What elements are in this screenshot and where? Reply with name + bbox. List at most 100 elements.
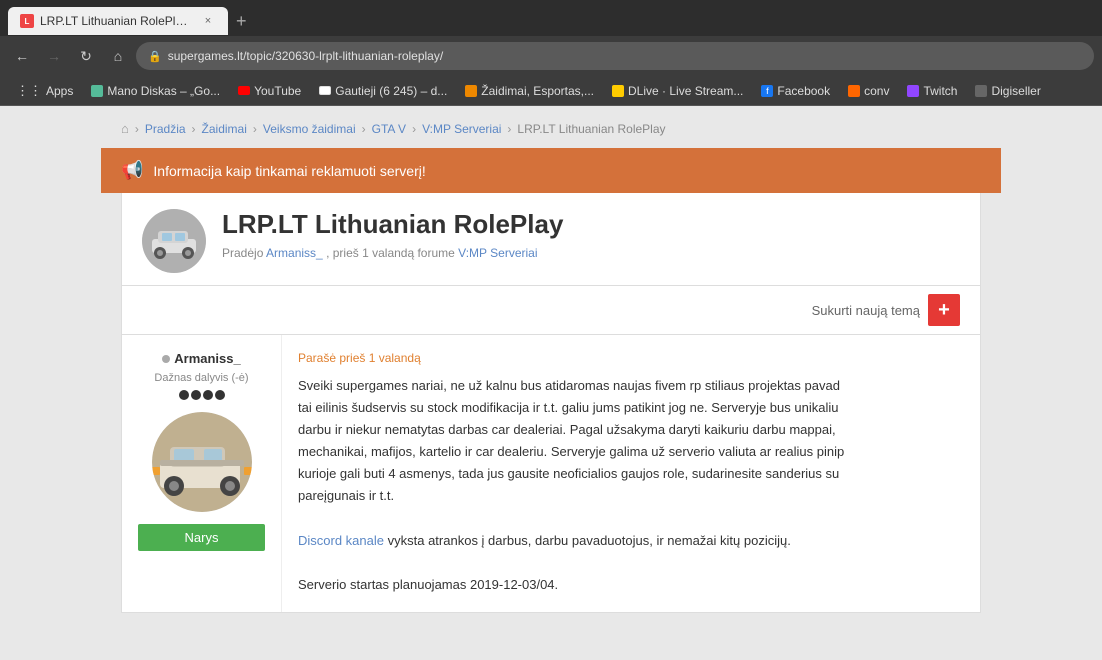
browser-chrome: L LRP.LT Lithuanian RolePlay - V:M × + ←… bbox=[0, 0, 1102, 106]
topic-title: LRP.LT Lithuanian RolePlay bbox=[222, 209, 960, 240]
breadcrumb-link-2[interactable]: Veiksmo žaidimai bbox=[263, 122, 356, 136]
banner-text: Informacija kaip tinkamai reklamuoti ser… bbox=[153, 163, 425, 179]
dlive-icon bbox=[612, 85, 624, 97]
bookmark-conv[interactable]: conv bbox=[840, 82, 897, 100]
breadcrumb-sep-5: › bbox=[507, 122, 511, 136]
breadcrumb: ⌂ › Pradžia › Žaidimai › Veiksmo žaidima… bbox=[121, 121, 981, 136]
post-line-2: tai eilinis šudservis su stock modifikac… bbox=[298, 400, 838, 415]
bookmark-zaidimai[interactable]: Žaidimai, Esportas,... bbox=[457, 82, 602, 100]
bookmark-conv-label: conv bbox=[864, 84, 889, 98]
discord-link[interactable]: Discord kanale bbox=[298, 533, 384, 548]
address-text: supergames.lt/topic/320630-lrplt-lithuan… bbox=[168, 49, 1082, 63]
bookmark-facebook[interactable]: f Facebook bbox=[753, 82, 838, 100]
breadcrumb-link-0[interactable]: Pradžia bbox=[145, 122, 186, 136]
page-content: ⌂ › Pradžia › Žaidimai › Veiksmo žaidima… bbox=[0, 106, 1102, 660]
post-container: Armaniss_ Dažnas dalyvis (-ė) bbox=[121, 335, 981, 613]
breadcrumb-sep-3: › bbox=[362, 122, 366, 136]
twitch-icon bbox=[907, 85, 919, 97]
new-topic-red-button[interactable]: + bbox=[928, 294, 960, 326]
breadcrumb-link-1[interactable]: Žaidimai bbox=[202, 122, 247, 136]
sukurti-row: Sukurti naują temą + bbox=[121, 286, 981, 335]
bookmark-youtube[interactable]: YouTube bbox=[230, 82, 309, 100]
back-button[interactable]: ← bbox=[8, 42, 36, 70]
post-line-3: darbu ir niekur nematytas darbas car dea… bbox=[298, 422, 836, 437]
bookmark-fb-label: Facebook bbox=[777, 84, 830, 98]
breadcrumb-sep-4: › bbox=[412, 122, 416, 136]
post-user-panel: Armaniss_ Dažnas dalyvis (-ė) bbox=[122, 335, 282, 612]
topic-author-link[interactable]: Armaniss_ bbox=[266, 246, 323, 260]
tab-favicon: L bbox=[20, 14, 34, 28]
sukurti-label: Sukurti naują temą bbox=[812, 303, 920, 318]
narys-button[interactable]: Narys bbox=[138, 524, 265, 551]
post-text: Sveiki supergames nariai, ne už kalnu bu… bbox=[298, 375, 964, 596]
post-serverio-line: Serverio startas planuojamas 2019-12-03/… bbox=[298, 577, 558, 592]
reload-button[interactable]: ↻ bbox=[72, 42, 100, 70]
post-username: Armaniss_ bbox=[174, 351, 240, 366]
facebook-icon: f bbox=[761, 85, 773, 97]
home-icon: ⌂ bbox=[121, 121, 129, 136]
bookmark-apps[interactable]: ⋮⋮ Apps bbox=[8, 81, 81, 101]
topic-meta-text: Pradėjo bbox=[222, 246, 266, 260]
star-1 bbox=[179, 390, 189, 400]
post-time: Parašė prieš 1 valandą bbox=[298, 351, 964, 365]
active-tab[interactable]: L LRP.LT Lithuanian RolePlay - V:M × bbox=[8, 7, 228, 35]
page-inner: ⌂ › Pradžia › Žaidimai › Veiksmo žaidima… bbox=[101, 106, 1001, 628]
post-line-1: Sveiki supergames nariai, ne už kalnu bu… bbox=[298, 378, 840, 393]
topic-meta: Pradėjo Armaniss_ , prieš 1 valandą foru… bbox=[222, 246, 960, 260]
offline-dot bbox=[162, 355, 170, 363]
topic-meta-time: , prieš 1 valandą forume bbox=[326, 246, 458, 260]
tab-title: LRP.LT Lithuanian RolePlay - V:M bbox=[40, 14, 194, 28]
forward-button[interactable]: → bbox=[40, 42, 68, 70]
breadcrumb-sep-2: › bbox=[253, 122, 257, 136]
digiseller-icon bbox=[975, 85, 987, 97]
bookmark-gautieji[interactable]: Gautieji (6 245) – d... bbox=[311, 82, 455, 100]
post-line-6: pareįgunais ir t.t. bbox=[298, 488, 394, 503]
bookmark-apps-label: Apps bbox=[46, 84, 73, 98]
car-avatar-svg bbox=[142, 209, 206, 273]
gmail-icon bbox=[319, 86, 331, 95]
topic-avatar bbox=[142, 209, 206, 273]
disk-icon bbox=[91, 85, 103, 97]
post-line-5: kurioje gali buti 4 asmenys, tada jus ga… bbox=[298, 466, 839, 481]
bookmark-digiseller[interactable]: Digiseller bbox=[967, 82, 1048, 100]
apps-grid-icon: ⋮⋮ bbox=[16, 83, 42, 99]
star-2 bbox=[191, 390, 201, 400]
bookmark-mano-diskas[interactable]: Mano Diskas – „Go... bbox=[83, 82, 228, 100]
bookmark-dlive[interactable]: DLive · Live Stream... bbox=[604, 82, 751, 100]
bookmark-yt-label: YouTube bbox=[254, 84, 301, 98]
address-bar[interactable]: 🔒 supergames.lt/topic/320630-lrplt-lithu… bbox=[136, 42, 1094, 70]
youtube-icon bbox=[238, 86, 250, 95]
bookmark-twitch-label: Twitch bbox=[923, 84, 957, 98]
bookmark-disk-label: Mano Diskas – „Go... bbox=[107, 84, 220, 98]
nav-bar: ← → ↻ ⌂ 🔒 supergames.lt/topic/320630-lrp… bbox=[0, 36, 1102, 76]
bookmark-twitch[interactable]: Twitch bbox=[899, 82, 965, 100]
topic-title-area: LRP.LT Lithuanian RolePlay Pradėjo Arman… bbox=[222, 209, 960, 260]
user-avatar-large bbox=[152, 412, 252, 512]
browser-window: L LRP.LT Lithuanian RolePlay - V:M × + ←… bbox=[0, 0, 1102, 660]
bookmarks-bar: ⋮⋮ Apps Mano Diskas – „Go... YouTube Gau… bbox=[0, 76, 1102, 106]
post-username-row: Armaniss_ bbox=[162, 351, 240, 366]
user-avatar-svg bbox=[152, 412, 252, 512]
breadcrumb-link-3[interactable]: GTA V bbox=[372, 122, 406, 136]
breadcrumb-sep-1: › bbox=[192, 122, 196, 136]
post-line-4: mechanikai, mafijos, kartelio ir car dea… bbox=[298, 444, 844, 459]
games-icon bbox=[465, 85, 477, 97]
bookmark-dlive-label: DLive · Live Stream... bbox=[628, 84, 743, 98]
bookmark-digiseller-label: Digiseller bbox=[991, 84, 1040, 98]
breadcrumb-link-4[interactable]: V:MP Serveriai bbox=[422, 122, 501, 136]
lock-icon: 🔒 bbox=[148, 50, 162, 63]
user-stars bbox=[179, 390, 225, 400]
tab-close-button[interactable]: × bbox=[200, 13, 216, 29]
orange-banner[interactable]: 📢 Informacija kaip tinkamai reklamuoti s… bbox=[101, 148, 1001, 193]
star-4 bbox=[215, 390, 225, 400]
r-icon bbox=[848, 85, 860, 97]
new-tab-button[interactable]: + bbox=[228, 11, 255, 32]
topic-forum-link[interactable]: V:MP Serveriai bbox=[458, 246, 537, 260]
bookmark-games-label: Žaidimai, Esportas,... bbox=[481, 84, 594, 98]
tab-bar: L LRP.LT Lithuanian RolePlay - V:M × + bbox=[0, 0, 1102, 36]
post-user-rank: Dažnas dalyvis (-ė) bbox=[154, 372, 248, 384]
star-3 bbox=[203, 390, 213, 400]
post-discord-line: Discord kanale vyksta atrankos į darbus,… bbox=[298, 533, 791, 548]
home-button[interactable]: ⌂ bbox=[104, 42, 132, 70]
breadcrumb-current: LRP.LT Lithuanian RolePlay bbox=[517, 122, 665, 136]
